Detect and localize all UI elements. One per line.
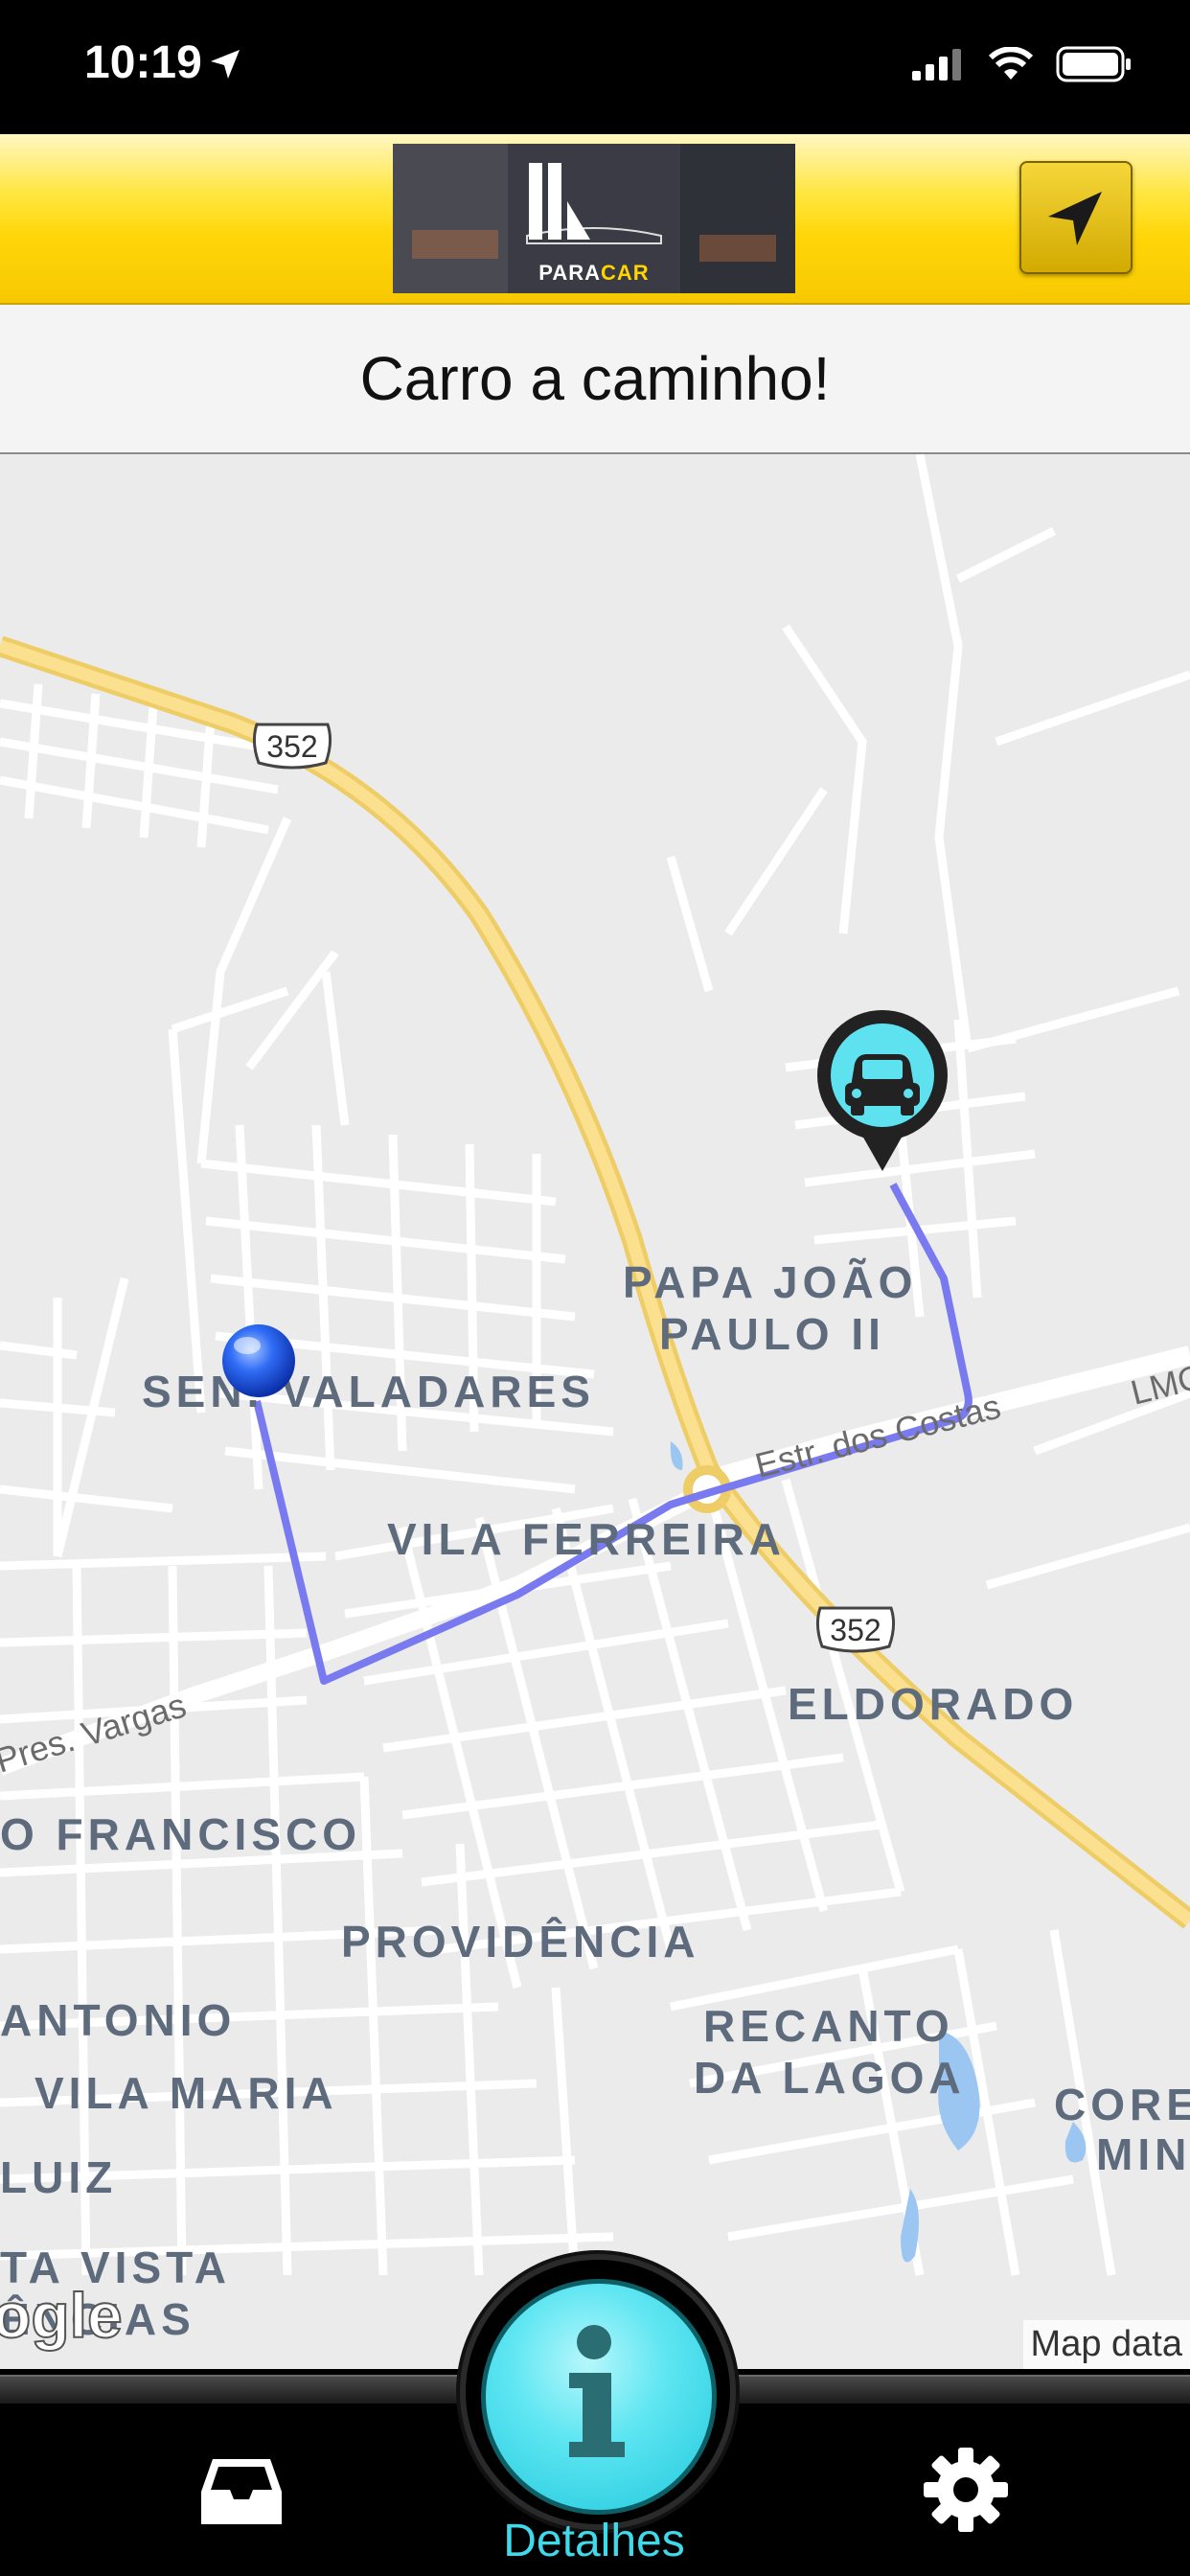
navigation-arrow-icon — [1048, 192, 1102, 245]
label-recanto-1: RECANTO — [703, 2001, 954, 2051]
label-antonio: ANTONIO — [0, 1995, 236, 2045]
label-sao-francisco: O FRANCISCO — [0, 1809, 361, 1859]
wifi-icon — [988, 47, 1034, 80]
label-pres-vargas: Pres. Vargas — [0, 1685, 191, 1780]
label-core-1: CORE — [1054, 2080, 1190, 2129]
gear-icon — [924, 2448, 1008, 2532]
info-icon — [569, 2325, 625, 2457]
battery-icon — [1056, 46, 1131, 82]
label-recanto-2: DA LAGOA — [694, 2053, 966, 2103]
banner-text: Carro a caminho! — [359, 344, 831, 413]
google-logo: ogle — [0, 2279, 124, 2352]
location-arrow-icon — [211, 50, 240, 79]
inbox-icon — [201, 2459, 282, 2524]
app-logo: PARACAR — [393, 144, 795, 293]
signal-icon — [912, 49, 961, 80]
my-location-button[interactable] — [1019, 161, 1133, 274]
svg-text:352: 352 — [830, 1613, 881, 1647]
status-banner: Carro a caminho! — [0, 305, 1190, 454]
details-label[interactable]: Detalhes — [450, 2515, 738, 2567]
label-vila-maria: VILA MARIA — [34, 2068, 338, 2118]
logo-text: PARACAR — [538, 261, 650, 285]
map-view[interactable]: 352 352 SEN. VALADARES PAPA JOÃO PAULO I… — [0, 454, 1190, 2369]
highway-shield: 352 — [815, 1606, 896, 1653]
label-vila-ferreira: VILA FERREIRA — [387, 1514, 786, 1564]
map-canvas[interactable]: 352 352 SEN. VALADARES PAPA JOÃO PAULO I… — [0, 454, 1190, 2369]
label-eldorado: ELDORADO — [788, 1679, 1078, 1729]
label-sen-valadares: SEN. VALADARES — [142, 1367, 595, 1416]
highway-shield: 352 — [252, 723, 332, 770]
label-providencia: PROVIDÊNCIA — [341, 1917, 699, 1966]
svg-text:352: 352 — [266, 729, 317, 764]
details-button[interactable] — [481, 2279, 717, 2515]
tab-inbox[interactable] — [195, 2446, 287, 2538]
map-attribution[interactable]: Map data — [1022, 2320, 1190, 2369]
tab-settings[interactable] — [918, 2442, 1014, 2538]
status-time: 10:19 — [84, 37, 202, 88]
label-estr-costas: Estr. dos Costas — [751, 1387, 1004, 1485]
lake — [670, 1441, 683, 1470]
user-location-pin[interactable] — [222, 1324, 295, 1397]
label-papa-joao-1: PAPA JOÃO — [623, 1257, 917, 1307]
status-icons — [912, 46, 1133, 82]
status-bar: 10:19 — [0, 0, 1190, 134]
label-papa-joao-2: PAULO II — [659, 1309, 885, 1359]
label-luiz: LUIZ — [0, 2152, 117, 2202]
label-core-2: MIN — [1096, 2129, 1190, 2179]
car-pin[interactable] — [817, 1010, 948, 1171]
